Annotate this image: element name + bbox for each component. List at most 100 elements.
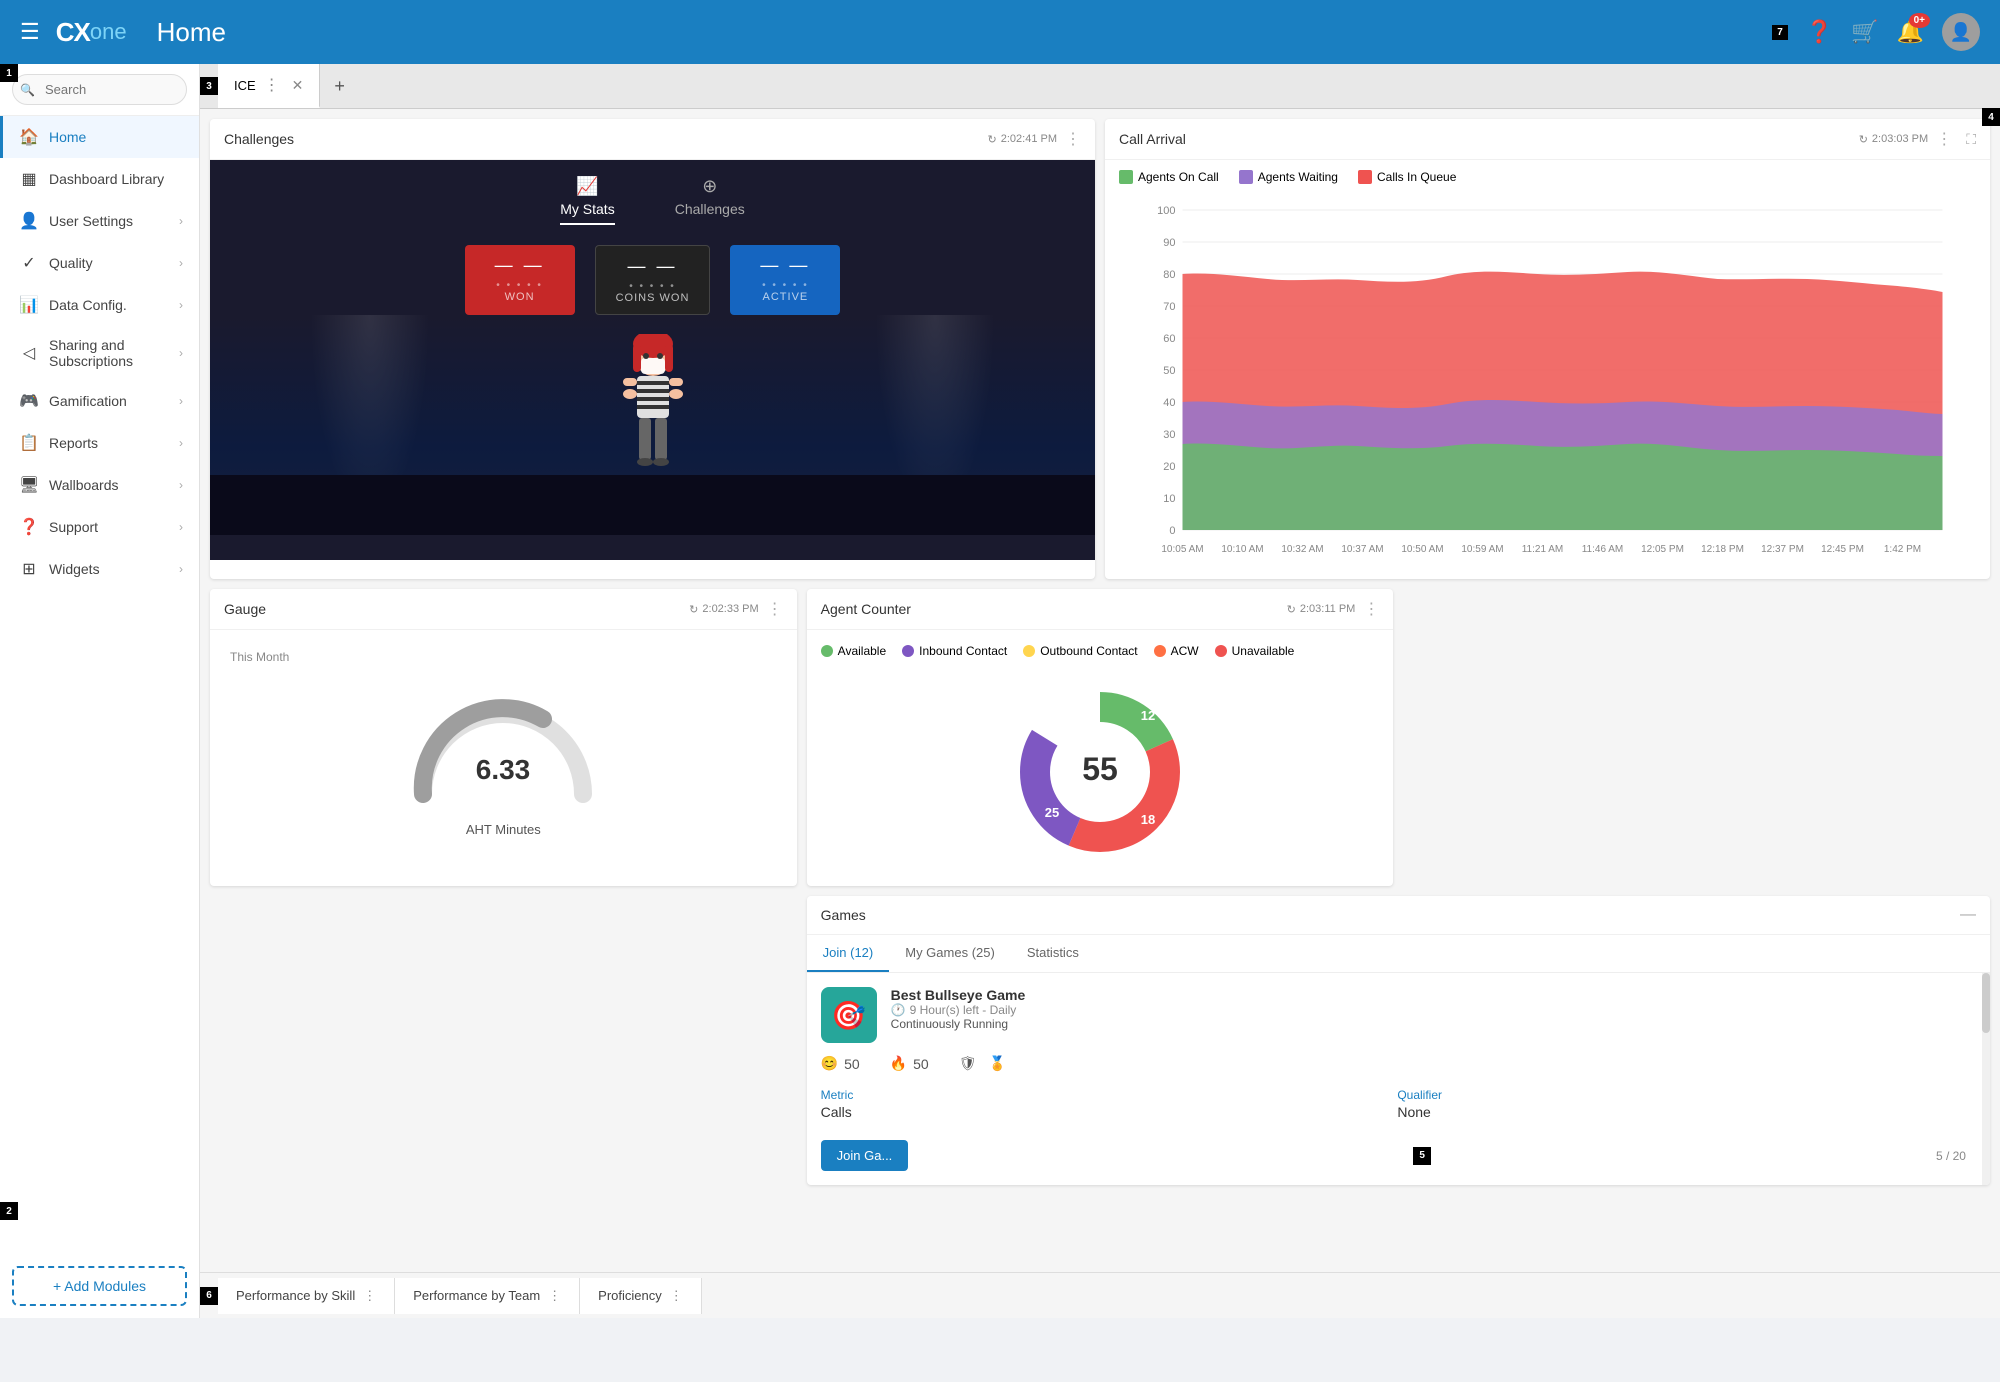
tab-add-button[interactable]: + — [320, 68, 359, 105]
sidebar-item-support[interactable]: ❓ Support › — [0, 506, 199, 548]
sidebar-item-reports[interactable]: 📋 Reports › — [0, 422, 199, 464]
qualifier-value: None — [1397, 1104, 1966, 1120]
agent-counter-title: Agent Counter — [821, 601, 911, 617]
game-time-text: 9 Hour(s) left - Daily — [910, 1003, 1017, 1017]
my-games-tab[interactable]: My Games (25) — [889, 935, 1011, 972]
svg-text:10: 10 — [1163, 493, 1175, 505]
svg-text:18: 18 — [1141, 812, 1155, 827]
sidebar-item-home[interactable]: 🏠 Home — [0, 116, 199, 158]
chevron-right-icon: › — [179, 394, 183, 408]
add-modules-button[interactable]: + Add Modules — [12, 1266, 187, 1306]
sidebar-item-quality[interactable]: ✓ Quality › — [0, 242, 199, 284]
proficiency-menu-icon[interactable]: ⋮ — [670, 1288, 683, 1304]
stat-shield: 🛡 🏅 — [959, 1055, 1006, 1072]
legend-inbound: Inbound Contact — [902, 644, 1007, 658]
sidebar-item-label: Quality — [49, 255, 169, 271]
sidebar-item-label: Sharing and Subscriptions — [49, 337, 169, 369]
sidebar-item-wallboards[interactable]: 🖥 Wallboards › — [0, 464, 199, 506]
sidebar-item-label: User Settings — [49, 213, 169, 229]
legend-agents-waiting: Agents Waiting — [1239, 170, 1338, 184]
games-menu-icon[interactable]: — — [1960, 906, 1976, 924]
cart-icon-btn[interactable]: 🛒 — [1851, 19, 1878, 45]
sidebar: 🏠 Home ▦ Dashboard Library 👤 User Settin… — [0, 64, 200, 1318]
sidebar-item-label: Support — [49, 519, 169, 535]
user-avatar[interactable]: 👤 — [1942, 13, 1980, 51]
gauge-menu-icon[interactable]: ⋮ — [767, 599, 783, 619]
svg-text:80: 80 — [1163, 269, 1175, 281]
shield-icon: 🛡 — [959, 1055, 977, 1072]
active-dots: • • • • • — [750, 280, 820, 291]
corner-badge-3: 3 — [200, 77, 218, 95]
bottom-tab-performance-team[interactable]: Performance by Team ⋮ — [395, 1278, 580, 1314]
refresh-icon: ↻ — [689, 603, 698, 616]
help-icon-btn[interactable]: ❓ — [1806, 19, 1833, 45]
sidebar-item-user-settings[interactable]: 👤 User Settings › — [0, 200, 199, 242]
my-stats-tab[interactable]: 📈 My Stats — [560, 176, 614, 225]
notifications-icon-btn[interactable]: 🔔 0+ — [1897, 19, 1924, 45]
join-game-button[interactable]: Join Ga... — [821, 1140, 909, 1171]
statistics-tab[interactable]: Statistics — [1011, 935, 1095, 972]
join-tab[interactable]: Join (12) — [807, 935, 890, 972]
metric-label: Metric — [821, 1088, 1390, 1102]
chevron-right-icon: › — [179, 436, 183, 450]
hamburger-menu[interactable]: ☰ — [20, 19, 40, 45]
svg-text:0: 0 — [1169, 525, 1175, 537]
performance-team-label: Performance by Team — [413, 1288, 540, 1303]
call-arrival-refresh: ↻ 2:03:03 PM — [1859, 133, 1928, 146]
agents-on-call-label: Agents On Call — [1138, 170, 1219, 184]
game-details: Metric Calls Qualifier None — [821, 1084, 1966, 1130]
active-stat-box: — — • • • • • ACTIVE — [730, 245, 840, 315]
bottom-tab-proficiency[interactable]: Proficiency ⋮ — [580, 1278, 702, 1314]
games-scroll-thumb[interactable] — [1982, 973, 1990, 1033]
games-tabs: Join (12) My Games (25) Statistics — [807, 935, 1990, 973]
svg-text:12:45 PM: 12:45 PM — [1821, 544, 1864, 555]
performance-team-menu-icon[interactable]: ⋮ — [548, 1288, 561, 1304]
chart-legend: Agents On Call Agents Waiting Calls In Q… — [1105, 160, 1990, 194]
expand-icon[interactable]: ⛶ — [1966, 131, 1976, 148]
qualifier-section: Qualifier None — [1397, 1088, 1966, 1120]
call-arrival-menu-icon[interactable]: ⋮ — [1936, 129, 1952, 149]
agent-counter-menu-icon[interactable]: ⋮ — [1363, 599, 1379, 619]
svg-text:90: 90 — [1163, 237, 1175, 249]
agent-legend: Available Inbound Contact Outbound Conta… — [821, 644, 1380, 658]
svg-text:11:21 AM: 11:21 AM — [1522, 544, 1564, 555]
chart-area: 100 90 80 70 60 50 40 30 20 10 0 — [1105, 194, 1990, 579]
challenges-refresh-time: ↻ 2:02:41 PM — [988, 133, 1057, 146]
tab-close-icon[interactable]: ✕ — [292, 77, 304, 94]
search-input[interactable] — [12, 74, 187, 105]
svg-text:60: 60 — [1163, 333, 1175, 345]
stats-boxes: — — • • • • • WON — — • • • • • COINS WO… — [210, 225, 1095, 315]
stat-fire: 🔥 50 — [890, 1055, 929, 1072]
game-info: Best Bullseye Game 🕐 9 Hour(s) left - Da… — [891, 987, 1966, 1031]
sidebar-item-label: Widgets — [49, 561, 169, 577]
stat-value-2: 50 — [913, 1056, 929, 1072]
sidebar-item-dashboard-library[interactable]: ▦ Dashboard Library — [0, 158, 199, 200]
svg-text:55: 55 — [1082, 751, 1118, 787]
gauge-card-header: Gauge ↻ 2:02:33 PM ⋮ — [210, 589, 797, 630]
sidebar-item-label: Reports — [49, 435, 169, 451]
chevron-right-icon: › — [179, 478, 183, 492]
sidebar-item-gamification[interactable]: 🎮 Gamification › — [0, 380, 199, 422]
sidebar-item-data-config[interactable]: 📊 Data Config. › — [0, 284, 199, 326]
corner-badge-6: 6 — [200, 1287, 218, 1305]
bottom-tab-performance-skill[interactable]: Performance by Skill ⋮ — [218, 1278, 395, 1314]
challenges-menu-icon[interactable]: ⋮ — [1065, 129, 1081, 149]
svg-text:10:32 AM: 10:32 AM — [1281, 544, 1323, 555]
svg-text:10:37 AM: 10:37 AM — [1341, 544, 1383, 555]
data-config-icon: 📊 — [19, 295, 39, 315]
challenges-tab[interactable]: ⊕ Challenges — [675, 176, 745, 225]
sidebar-item-widgets[interactable]: ⊞ Widgets › — [0, 548, 199, 590]
games-scrollbar[interactable] — [1982, 973, 1990, 1185]
stat-value-1: 50 — [844, 1056, 860, 1072]
medal-icon: 🏅 — [988, 1055, 1005, 1072]
legend-outbound: Outbound Contact — [1023, 644, 1137, 658]
challenges-card-header: Challenges ↻ 2:02:41 PM ⋮ — [210, 119, 1095, 160]
coins-dots: • • • • • — [616, 281, 690, 292]
performance-skill-menu-icon[interactable]: ⋮ — [363, 1288, 376, 1304]
tab-more-icon[interactable]: ⋮ — [264, 75, 280, 95]
svg-text:50: 50 — [1163, 365, 1175, 377]
metric-section: Metric Calls — [821, 1088, 1390, 1120]
svg-text:30: 30 — [1163, 429, 1175, 441]
sidebar-item-sharing[interactable]: ◁ Sharing and Subscriptions › — [0, 326, 199, 380]
tab-ice[interactable]: ICE ⋮ ✕ — [218, 64, 320, 108]
